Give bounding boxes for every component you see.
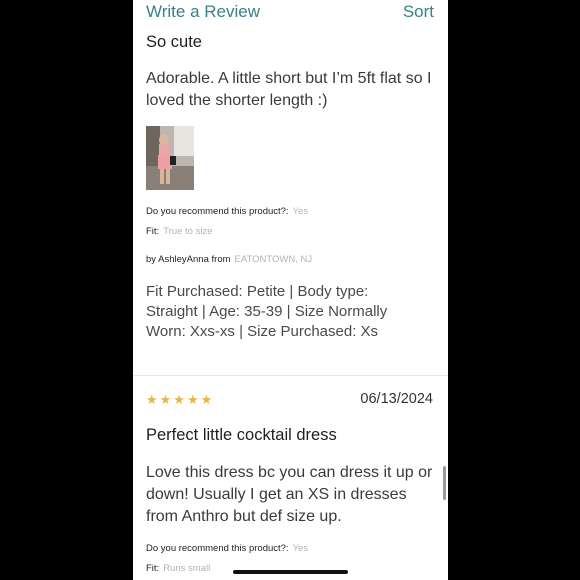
- review-date: 06/13/2024: [360, 391, 433, 407]
- recommend-label: Do you recommend this product?:: [146, 206, 289, 217]
- reviewer-location: EATONTOWN, NJ: [234, 254, 313, 265]
- fit-value: Runs small: [163, 563, 211, 574]
- by-prefix: by: [146, 254, 157, 265]
- recommend-label: Do you recommend this product?:: [146, 543, 289, 554]
- fit-label: Fit:: [146, 563, 160, 574]
- fit-label: Fit:: [146, 226, 160, 237]
- recommend-value: Yes: [292, 206, 309, 217]
- recommend-row: Do you recommend this product?: Yes: [146, 206, 308, 217]
- write-review-link[interactable]: Write a Review: [146, 2, 260, 22]
- review-divider: [133, 375, 448, 376]
- recommend-row: Do you recommend this product?: Yes: [146, 543, 308, 554]
- reviewer-row: by AshleyAnna from EATONTOWN, NJ: [146, 254, 312, 265]
- fit-value: True to size: [163, 226, 213, 237]
- scrollbar[interactable]: [443, 466, 446, 500]
- fit-details: Fit Purchased: Petite | Body type: Strai…: [146, 283, 388, 340]
- fit-row: Fit: Runs small: [146, 563, 210, 574]
- home-indicator[interactable]: [233, 570, 348, 574]
- reviews-panel: Write a Review Sort So cute Adorable. A …: [133, 0, 448, 580]
- fit-row: Fit: True to size: [146, 226, 212, 237]
- review-title: Perfect little cocktail dress: [146, 426, 337, 444]
- review-photo-thumbnail[interactable]: [146, 126, 194, 190]
- reviewer-name: AshleyAnna: [158, 254, 209, 265]
- star-rating: ★★★★★: [146, 392, 215, 407]
- recommend-value: Yes: [292, 543, 309, 554]
- from-label: from: [211, 254, 231, 265]
- review-body: Love this dress bc you can dress it up o…: [146, 464, 433, 525]
- sort-button[interactable]: Sort: [403, 2, 434, 22]
- review-photo-image: [146, 126, 194, 190]
- review-title: So cute: [146, 33, 202, 51]
- review-body: Adorable. A little short but I’m 5ft fla…: [146, 70, 432, 109]
